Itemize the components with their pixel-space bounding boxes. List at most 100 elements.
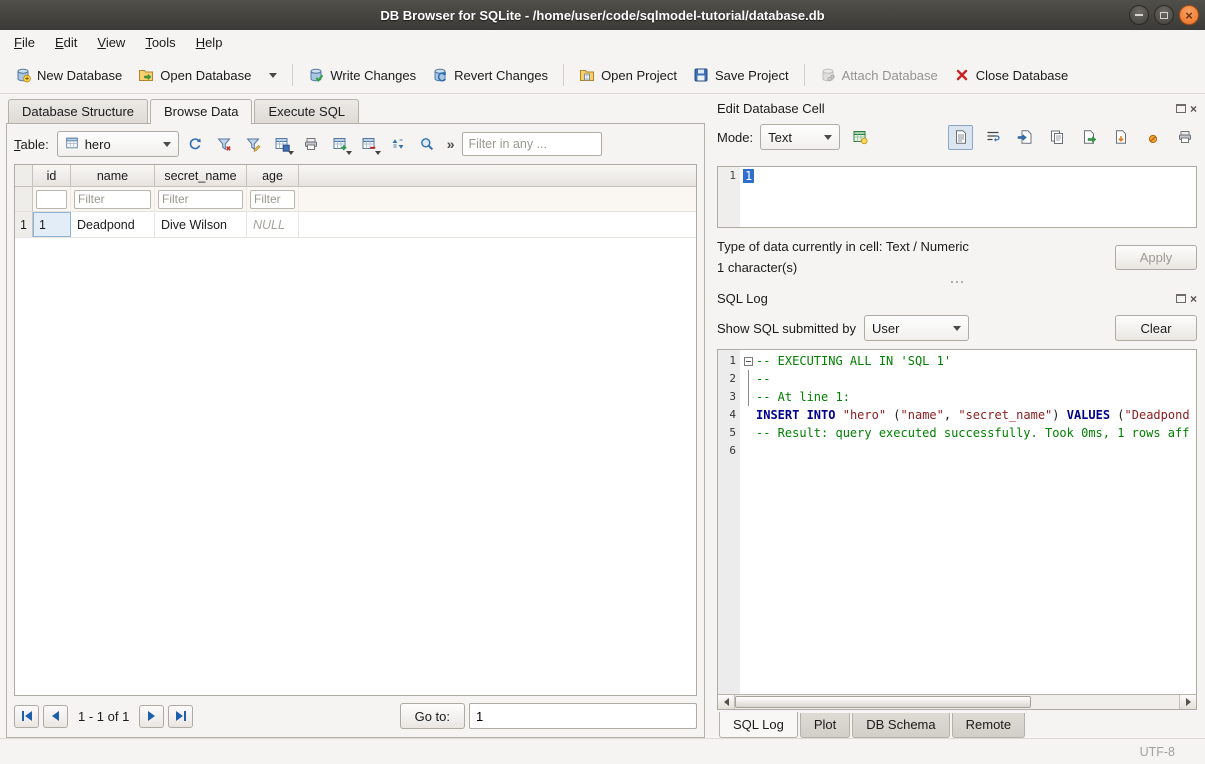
filter-input-id[interactable] [36, 190, 67, 209]
attach-database-button: Attach Database [813, 62, 945, 88]
scroll-left-button[interactable] [718, 695, 735, 709]
word-wrap-button[interactable] [980, 125, 1005, 150]
cell-age[interactable]: NULL [247, 212, 299, 237]
menubar: File Edit View Tools Help [0, 30, 1205, 57]
scrollbar-thumb[interactable] [735, 696, 1031, 708]
edit-filters-button[interactable] [241, 132, 266, 157]
float-dock-icon[interactable] [1176, 294, 1186, 303]
minimize-button[interactable] [1129, 5, 1149, 25]
column-header-secret-name[interactable]: secret_name [155, 165, 247, 186]
sql-source-select[interactable]: User [864, 315, 969, 341]
maximize-button[interactable] [1154, 5, 1174, 25]
last-record-icon [184, 711, 186, 721]
grid-corner-button[interactable] [15, 165, 33, 186]
sql-statement: INSERT INTO "hero" ("name", "secret_name… [756, 406, 1196, 424]
sql-log-editor[interactable]: 1 -- EXECUTING ALL IN 'SQL 1' 2 -- 3 [717, 349, 1197, 710]
filter-input-age[interactable] [250, 190, 295, 209]
close-database-icon [954, 67, 970, 83]
save-table-as-button[interactable] [270, 132, 295, 157]
scrollbar-track[interactable] [1031, 695, 1179, 709]
last-record-button[interactable] [168, 705, 193, 728]
write-changes-button[interactable]: Write Changes [301, 62, 423, 88]
filter-input-name[interactable] [74, 190, 151, 209]
grid-filter-row [15, 187, 696, 212]
clear-log-button[interactable]: Clear [1115, 315, 1197, 341]
close-dock-icon[interactable]: × [1190, 103, 1197, 115]
close-dock-icon[interactable]: × [1190, 293, 1197, 305]
save-project-button[interactable]: Save Project [686, 62, 796, 88]
cell-id[interactable]: 1 [33, 212, 71, 237]
import-cell-button[interactable] [1012, 125, 1037, 150]
menu-edit[interactable]: Edit [45, 30, 87, 57]
text-view-button[interactable] [948, 125, 973, 150]
copy-cell-button[interactable] [1044, 125, 1069, 150]
close-window-button[interactable]: × [1179, 5, 1199, 25]
cell-editor[interactable]: 1 1 [717, 166, 1197, 228]
tab-execute-sql[interactable]: Execute SQL [254, 99, 359, 123]
insert-record-button[interactable] [328, 132, 353, 157]
tab-browse-data[interactable]: Browse Data [150, 99, 252, 124]
edit-cell-title: Edit Database Cell [717, 101, 825, 116]
auto-format-button[interactable] [847, 125, 872, 150]
find-in-table-button[interactable] [415, 132, 440, 157]
refresh-button[interactable] [183, 132, 208, 157]
menu-tools[interactable]: Tools [135, 30, 185, 57]
filter-input-secret-name[interactable] [158, 190, 243, 209]
delete-record-button[interactable] [357, 132, 382, 157]
goto-button[interactable]: Go to: [400, 703, 465, 729]
text-document-icon [953, 129, 969, 145]
save-cell-button[interactable] [1108, 125, 1133, 150]
cell-secret-name[interactable]: Dive Wilson [155, 212, 247, 237]
horizontal-scrollbar[interactable] [718, 694, 1196, 709]
fold-collapse-icon[interactable] [744, 357, 753, 366]
titlebar[interactable]: DB Browser for SQLite - /home/user/code/… [0, 0, 1205, 30]
selected-text: 1 [743, 169, 754, 183]
cell-name[interactable]: Deadpond [71, 212, 155, 237]
dock-tab-db-schema[interactable]: DB Schema [852, 713, 949, 738]
table-select[interactable]: hero [57, 131, 179, 157]
close-database-button[interactable]: Close Database [947, 62, 1076, 88]
dock-tab-sql-log[interactable]: SQL Log [719, 712, 798, 738]
tab-database-structure[interactable]: Database Structure [8, 99, 148, 123]
open-database-button[interactable]: Open Database [131, 62, 258, 88]
set-null-button[interactable] [1140, 125, 1165, 150]
print-cell-button[interactable] [1172, 125, 1197, 150]
column-header-name[interactable]: name [71, 165, 155, 186]
dock-tab-plot[interactable]: Plot [800, 713, 850, 738]
sql-line-2: 2 -- [718, 370, 1196, 388]
sql-token [835, 408, 842, 422]
previous-record-button[interactable] [43, 705, 68, 728]
app-window: DB Browser for SQLite - /home/user/code/… [0, 0, 1205, 764]
menu-help[interactable]: Help [186, 30, 233, 57]
filter-any-input[interactable] [462, 132, 602, 156]
first-record-button[interactable] [14, 705, 39, 728]
export-cell-button[interactable] [1076, 125, 1101, 150]
row-number[interactable]: 1 [15, 212, 33, 237]
fold-line [748, 388, 749, 406]
open-database-icon [138, 67, 154, 83]
menu-file[interactable]: File [4, 30, 45, 57]
scroll-right-button[interactable] [1179, 695, 1196, 709]
grid-empty-area [15, 238, 696, 695]
open-project-button[interactable]: Open Project [572, 62, 684, 88]
next-record-button[interactable] [139, 705, 164, 728]
clear-filters-button[interactable] [212, 132, 237, 157]
chevron-down-icon [375, 151, 381, 155]
print-button[interactable] [299, 132, 324, 157]
dock-splitter[interactable] [717, 275, 1197, 288]
goto-input[interactable] [469, 703, 697, 729]
open-database-dropdown[interactable] [260, 68, 284, 83]
apply-button[interactable]: Apply [1115, 245, 1197, 270]
menu-view[interactable]: View [87, 30, 135, 57]
mode-select[interactable]: Text [760, 124, 840, 150]
float-dock-icon[interactable] [1176, 104, 1186, 113]
toolbar-overflow-chevron[interactable]: » [444, 136, 458, 152]
column-header-age[interactable]: age [247, 165, 299, 186]
print-icon [303, 136, 319, 152]
dock-tab-remote[interactable]: Remote [952, 713, 1026, 738]
sort-records-button[interactable] [386, 132, 411, 157]
column-header-id[interactable]: id [33, 165, 71, 186]
revert-changes-button[interactable]: Revert Changes [425, 62, 555, 88]
bottom-dock-tabs: SQL Log Plot DB Schema Remote [717, 710, 1197, 738]
new-database-button[interactable]: New Database [8, 62, 129, 88]
